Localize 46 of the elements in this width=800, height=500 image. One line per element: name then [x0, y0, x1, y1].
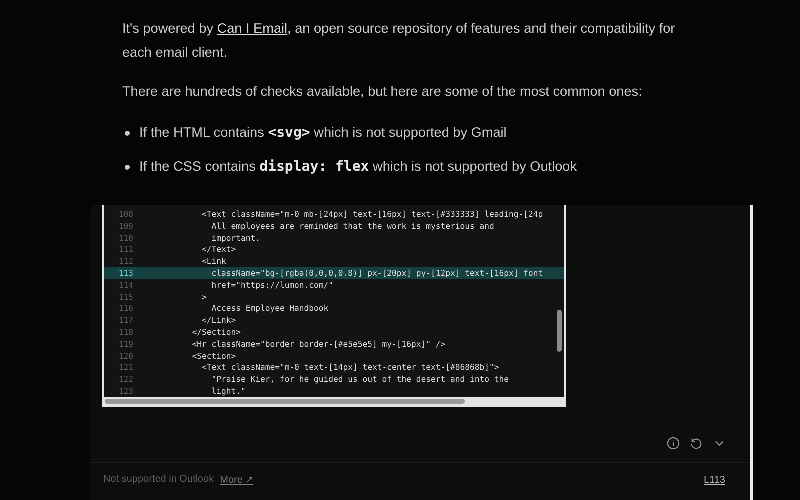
line-number: 111: [118, 244, 134, 254]
text-link[interactable]: Can I Email: [217, 21, 288, 36]
paragraph: There are hundreds of checks available, but here are some of the most common ones:: [122, 83, 644, 101]
code-text: <Section>: [191, 350, 236, 361]
line-number: 120: [118, 350, 134, 361]
line-number: 123: [118, 386, 134, 396]
line-number: 119: [118, 338, 134, 349]
line-number: 117: [118, 315, 134, 326]
line-number: 114: [118, 280, 134, 290]
code-text: Access Employee Handbook: [210, 303, 329, 314]
more-link[interactable]: More ↗: [220, 474, 254, 486]
line-link[interactable]: L113: [704, 474, 726, 486]
line-number: 122: [118, 374, 134, 384]
code-text: <Text className="m-0 mb-[24px] text-[16px] text-[#333333] leading-[24p: [200, 208, 544, 219]
paragraph: It's powered by Can I Email, an open source repository of features and their compatibility for each email client.: [122, 20, 676, 62]
code-text: <Link: [200, 256, 226, 266]
line-number: 116: [118, 303, 134, 314]
bullet-icon: [124, 130, 130, 136]
code-text: >: [200, 292, 207, 302]
line-number: 113: [118, 268, 134, 278]
bullet-icon: [124, 164, 130, 170]
line-number: 110: [118, 232, 134, 243]
issue-message: Not supported in Outlook: [104, 474, 214, 486]
line-number: 118: [118, 327, 134, 338]
line-number: 112: [118, 256, 134, 266]
line-number: 115: [118, 292, 134, 302]
line-number: 121: [118, 362, 134, 372]
code-text: </Section>: [191, 327, 241, 338]
line-number: 109: [118, 220, 134, 231]
refresh-icon[interactable]: [690, 437, 702, 450]
info-icon[interactable]: [666, 437, 680, 450]
code-text: <Hr className="border border-[#e5e5e5] my-[16px]" />: [191, 338, 446, 349]
line-number: 108: [118, 208, 134, 219]
code-text: </Link>: [200, 315, 236, 326]
code-text: href="https://lumon.com/": [210, 280, 334, 290]
code-text: <Text className="m-0 text-[14px] text-center text-[#86868b]">: [200, 362, 500, 372]
list-item-text: If the CSS contains display: flex which is not supported by Outlook: [140, 158, 578, 177]
code-text: important.: [210, 232, 260, 243]
code-text: All employees are reminded that the work is mysterious and: [210, 220, 494, 231]
code-text: "Praise Kier, for he guided us out of the desert and into the: [210, 374, 509, 384]
code-text: light.": [210, 386, 246, 396]
horizontal-scrollbar[interactable]: [104, 397, 564, 405]
list-item-text: If the HTML contains <svg> which is not supported by Gmail: [140, 124, 507, 143]
code-text: </Text>: [200, 244, 236, 254]
code-text: className="bg-[rgba(0,0,0,0.8)] px-[20px] py-[12px] text-[16px] font: [210, 268, 544, 278]
scrollbar-thumb[interactable]: [556, 310, 562, 352]
